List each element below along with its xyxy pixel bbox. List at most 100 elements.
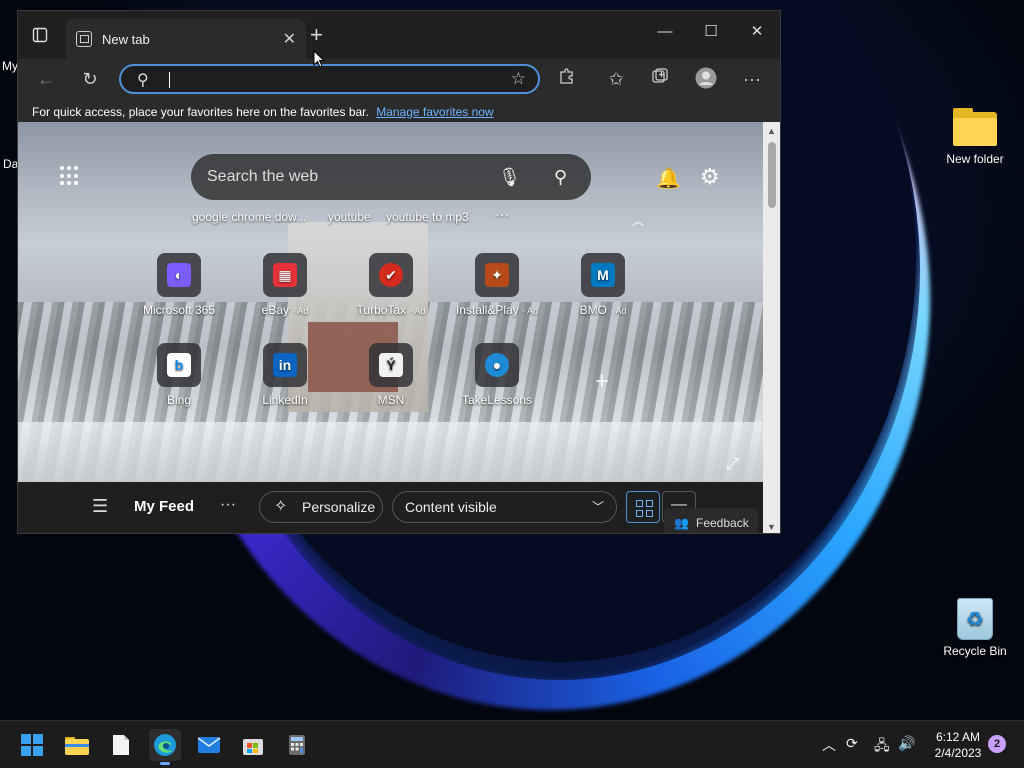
install-and-play-icon: ✦ — [485, 263, 509, 287]
navigation-toolbar: ← ↻ ⚲ ☆ ✩ ··· — [18, 59, 780, 99]
manage-favorites-link[interactable]: Manage favorites now — [376, 105, 493, 119]
taskbar-edge[interactable] — [149, 729, 181, 765]
app-launcher-button[interactable] — [60, 166, 80, 186]
mouse-cursor-icon — [313, 50, 325, 68]
quick-link-ebay[interactable]: ▦ eBay · Ad — [240, 253, 330, 317]
profile-avatar-icon — [695, 67, 717, 89]
refresh-button[interactable]: ↻ — [78, 67, 102, 91]
taskbar-microsoft-store[interactable] — [237, 729, 269, 761]
windows-logo-icon — [21, 734, 43, 756]
tab-title: New tab — [102, 31, 150, 47]
close-window-button[interactable]: ✕ — [734, 21, 780, 43]
calculator-icon — [289, 735, 305, 755]
page-scrollbar[interactable]: ▲ ▼ — [763, 122, 780, 533]
edge-browser-window: New tab ✕ + — ☐ ✕ ← ↻ ⚲ ☆ ✩ ··· For quic… — [17, 10, 781, 534]
feedback-button[interactable]: 👥 Feedback — [664, 508, 758, 533]
personalize-button[interactable]: ✧ Personalize — [259, 491, 383, 523]
favorites-bar-message: For quick access, place your favorites h… — [32, 105, 369, 119]
address-bar[interactable]: ⚲ ☆ — [119, 64, 540, 94]
expand-icon[interactable]: ⤢ — [726, 456, 739, 474]
collections-icon — [652, 68, 668, 83]
taskbar-file-explorer[interactable] — [61, 729, 93, 761]
search-icon[interactable]: ⚲ — [554, 154, 567, 200]
maximize-button[interactable]: ☐ — [688, 21, 734, 43]
add-favorite-icon[interactable]: ☆ — [511, 69, 526, 89]
turbotax-icon: ✔ — [379, 263, 403, 287]
feedback-icon: 👥 — [674, 516, 689, 530]
web-search-box[interactable]: Search the web 🎙 ⚲ — [191, 154, 591, 200]
settings-and-more-button[interactable]: ··· — [740, 67, 764, 91]
quick-link-label: Install&Play — [455, 303, 519, 317]
sparkle-icon: ✧ — [274, 498, 288, 515]
address-input[interactable] — [165, 70, 495, 90]
desktop-icon-label: New folder — [946, 152, 1004, 166]
back-button[interactable]: ← — [34, 67, 58, 91]
quick-link-label: Microsoft 365 — [142, 303, 216, 317]
grid-view-button[interactable] — [626, 491, 660, 523]
quick-link-label: TurboTax — [356, 303, 407, 317]
scrollbar-thumb[interactable] — [768, 142, 776, 208]
quick-link-label: BMO — [579, 303, 607, 317]
quick-link-install-and-play[interactable]: ✦ Install&Play · Ad — [452, 253, 542, 317]
document-icon — [113, 735, 129, 755]
favorites-button[interactable]: ✩ — [604, 67, 628, 91]
bmo-icon: M — [591, 263, 615, 287]
more-suggestions-button[interactable]: ··· — [495, 206, 509, 222]
feed-more-button[interactable]: ··· — [220, 496, 236, 514]
feed-bar: ☰ My Feed ··· ✧ Personalize Content visi… — [18, 482, 763, 533]
scroll-up-arrow-icon[interactable]: ▲ — [767, 126, 776, 136]
quick-link-linkedin[interactable]: in LinkedIn — [240, 343, 330, 407]
taskbar-calculator[interactable] — [281, 729, 313, 761]
edge-icon — [154, 734, 176, 756]
linkedin-icon: in — [273, 353, 297, 377]
add-shortcut-button[interactable]: + — [595, 368, 609, 396]
tab-new-tab[interactable]: New tab ✕ — [66, 19, 306, 59]
search-suggestion[interactable]: youtube — [328, 210, 371, 224]
clock-date: 2/4/2023 — [934, 746, 982, 760]
taskbar: ︿ ⟳ 🖧 🔊 6:12 AM 2/4/2023 2 — [0, 720, 1024, 768]
scroll-down-arrow-icon[interactable]: ▼ — [767, 522, 776, 532]
puzzle-icon — [560, 68, 573, 84]
quick-link-turbotax[interactable]: ✔ TurboTax · Ad — [346, 253, 436, 317]
close-tab-icon[interactable]: ✕ — [283, 29, 296, 49]
taskbar-clock[interactable]: 6:12 AM 2/4/2023 — [930, 729, 986, 761]
extensions-button[interactable] — [555, 67, 579, 91]
quick-link-label: Bing — [166, 393, 192, 407]
my-feed-tab[interactable]: My Feed — [134, 498, 194, 515]
notification-count-badge[interactable]: 2 — [988, 735, 1006, 753]
msn-icon: Ý — [379, 353, 403, 377]
sync-status-icon[interactable]: ⟳ — [846, 735, 858, 752]
volume-icon[interactable]: 🔊 — [898, 735, 915, 752]
microsoft-365-icon: ◐ — [167, 263, 191, 287]
notifications-bell-icon[interactable]: 🔔 — [656, 166, 681, 191]
content-visibility-dropdown[interactable]: Content visible ﹀ — [392, 491, 617, 523]
desktop-icon-recycle-bin[interactable]: ♻ Recycle Bin — [935, 598, 1015, 658]
quick-link-bing[interactable]: b Bing — [134, 343, 224, 407]
title-bar: New tab ✕ + — ☐ ✕ — [18, 11, 780, 59]
desktop-icon-label-partial: My — [2, 59, 18, 73]
start-button[interactable] — [16, 729, 48, 761]
microphone-icon[interactable]: 🎙 — [498, 154, 521, 200]
desktop-icon-new-folder[interactable]: New folder — [935, 108, 1015, 166]
minimize-button[interactable]: — — [642, 21, 688, 43]
taskbar-mail[interactable] — [193, 729, 225, 761]
show-hidden-icons-chevron-icon[interactable]: ︿ — [822, 735, 836, 755]
quick-link-bmo[interactable]: M BMO · Ad — [558, 253, 648, 317]
collections-button[interactable] — [648, 67, 672, 91]
tab-actions-button[interactable] — [30, 25, 50, 45]
personalize-label: Personalize — [302, 499, 376, 515]
web-search-placeholder: Search the web — [207, 168, 319, 185]
chevron-up-icon[interactable]: ︿ — [632, 212, 644, 229]
taskbar-notepad[interactable] — [105, 729, 137, 761]
ad-badge: · Ad — [292, 306, 309, 316]
quick-link-msn[interactable]: Ý MSN — [346, 343, 436, 407]
quick-link-takelessons[interactable]: ● TakeLessons — [452, 343, 542, 407]
new-tab-button[interactable]: + — [310, 24, 323, 46]
search-suggestion[interactable]: youtube to mp3 — [386, 210, 469, 224]
feed-menu-icon[interactable]: ☰ — [92, 496, 108, 517]
quick-link-microsoft-365[interactable]: ◐ Microsoft 365 — [134, 253, 224, 317]
search-suggestion[interactable]: google chrome dow... — [192, 210, 306, 224]
gear-icon[interactable]: ⚙ — [700, 164, 720, 190]
profile-button[interactable] — [694, 67, 718, 91]
network-icon[interactable]: 🖧 — [874, 735, 890, 759]
